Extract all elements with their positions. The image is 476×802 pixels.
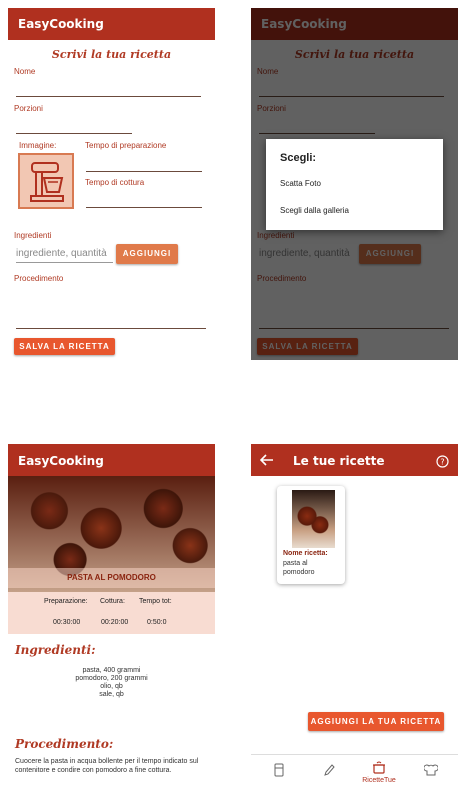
dialog-title: Scegli:: [280, 152, 317, 164]
ingredient-item: sale, qb: [99, 691, 124, 698]
tempo-prep-label: Tempo di preparazione: [85, 141, 167, 150]
ingredient-item: olio, qb: [100, 683, 123, 690]
procedimento-text: Cuocere la pasta in acqua bollente per i…: [15, 758, 199, 774]
recipe-card-label: Nome ricetta:: [283, 550, 328, 557]
svg-text:?: ?: [440, 458, 444, 467]
nome-label: Nome: [14, 67, 36, 76]
prep-label: Preparazione:: [44, 598, 88, 605]
fridge-icon: [274, 763, 284, 779]
tot-label: Tempo tot:: [139, 598, 172, 605]
screen-recipe-form: EasyCooking Scrivi la tua ricetta Nome P…: [8, 8, 215, 360]
chef-icon: [423, 764, 439, 779]
screen-recipe-detail: EasyCooking PASTA AL POMODORO Preparazio…: [8, 444, 215, 796]
tempo-cottura-label: Tempo di cottura: [85, 178, 145, 187]
times-panel: Preparazione: Cottura: Tempo tot: 00:30:…: [8, 592, 215, 634]
help-icon[interactable]: ?: [436, 453, 449, 472]
recipe-image-button[interactable]: [18, 153, 74, 209]
recipe-title-banner: PASTA AL POMODORO: [8, 568, 215, 588]
image-source-dialog: Scegli: Scatta Foto Scegli dalla galleri…: [266, 139, 443, 230]
recipe-title: PASTA AL POMODORO: [67, 573, 156, 582]
list-title: Le tue ricette: [293, 454, 385, 468]
dialog-option-camera[interactable]: Scatta Foto: [280, 179, 321, 188]
ingredienti-label: Ingredienti: [14, 231, 52, 240]
ingredient-item: pomodoro, 200 grammi: [75, 675, 148, 682]
bottom-nav: RicetteTue: [251, 754, 458, 796]
tempo-cottura-input[interactable]: [86, 207, 202, 208]
cottura-label: Cottura:: [100, 598, 125, 605]
porzioni-input[interactable]: [16, 133, 132, 134]
nav-ricette-tue[interactable]: RicetteTue: [359, 761, 399, 784]
dialog-option-gallery[interactable]: Scegli dalla galleria: [280, 206, 349, 215]
ingredients-list: pasta, 400 grammi pomodoro, 200 grammi o…: [8, 667, 215, 699]
back-arrow-icon[interactable]: [259, 452, 274, 471]
tempo-prep-input[interactable]: [86, 171, 202, 172]
ingredient-item: pasta, 400 grammi: [82, 667, 141, 674]
screen-recipe-list: Le tue ricette ? Nome ricetta: pasta al …: [251, 444, 458, 796]
nav-write[interactable]: [309, 763, 349, 779]
nav-chef[interactable]: [411, 763, 451, 779]
prep-value: 00:30:00: [53, 619, 81, 626]
mixer-icon: [28, 161, 66, 208]
app-bar: Le tue ricette ?: [251, 444, 458, 476]
aggiungi-button[interactable]: AGGIUNGI: [116, 244, 178, 264]
app-bar: EasyCooking: [8, 8, 215, 40]
recipe-card-thumbnail: [292, 490, 335, 548]
app-bar: EasyCooking: [8, 444, 215, 476]
pencil-icon: [323, 764, 335, 779]
screen-recipe-form-dialog: EasyCooking Scrivi la tua ricetta Nome P…: [251, 8, 458, 360]
nome-input[interactable]: [16, 96, 201, 97]
recipe-card-value: pasta al pomodoro: [283, 560, 315, 576]
procedimento-heading: Procedimento:: [15, 737, 114, 751]
app-title: EasyCooking: [18, 454, 104, 468]
form-heading: Scrivi la tua ricetta: [51, 48, 172, 61]
salva-button[interactable]: SALVA LA RICETTA: [14, 338, 115, 355]
ingredienti-input[interactable]: ingrediente, quantità: [16, 248, 107, 259]
procedimento-input[interactable]: [16, 328, 206, 329]
pot-icon: [359, 761, 399, 775]
nav-fridge[interactable]: [259, 763, 299, 779]
ingredienti-underline: [16, 262, 113, 263]
ingredienti-heading: Ingredienti:: [15, 643, 96, 657]
nav-ricette-tue-label: RicetteTue: [362, 777, 396, 784]
immagine-label: Immagine:: [19, 141, 57, 150]
add-recipe-button[interactable]: AGGIUNGI LA TUA RICETTA: [308, 712, 444, 731]
procedimento-label: Procedimento: [14, 274, 64, 283]
cottura-value: 00:20:00: [101, 619, 129, 626]
tot-value: 0:50:0: [147, 619, 167, 626]
app-title: EasyCooking: [18, 17, 104, 31]
porzioni-label: Porzioni: [14, 104, 43, 113]
recipe-card[interactable]: Nome ricetta: pasta al pomodoro: [277, 486, 345, 584]
